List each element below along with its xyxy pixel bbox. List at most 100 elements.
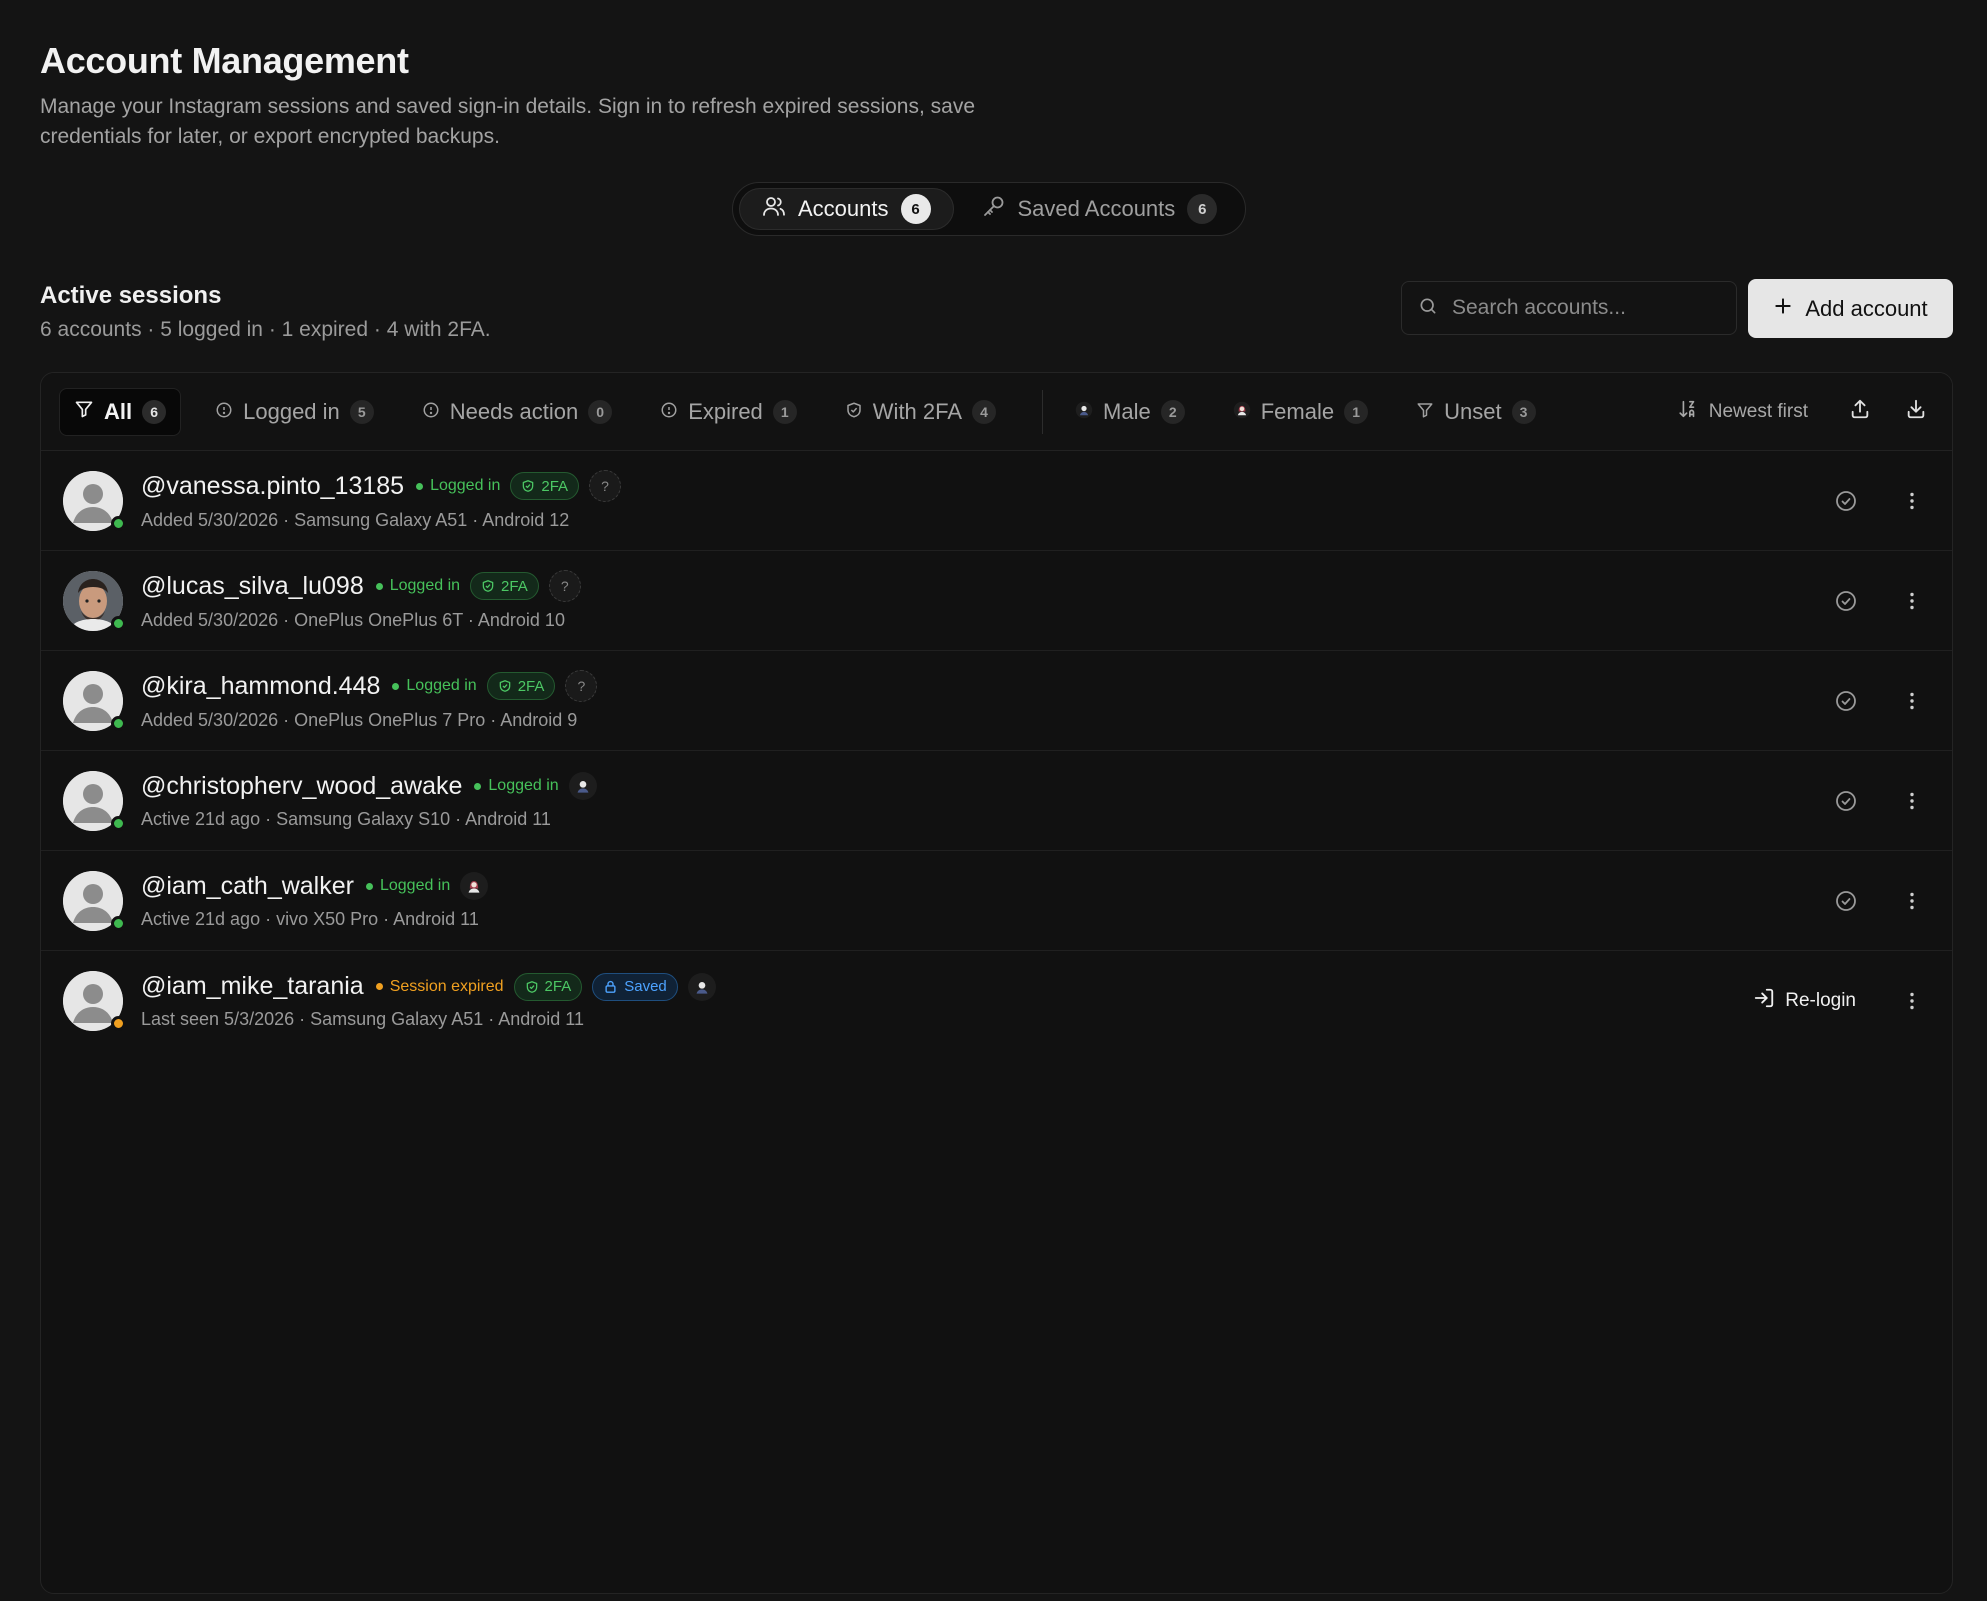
search-icon: [1418, 296, 1438, 321]
plus-icon: [1773, 296, 1793, 322]
female-avatar-icon: [1233, 399, 1251, 425]
filter-all-count: 6: [142, 399, 167, 424]
gender-unset-badge[interactable]: ?: [548, 570, 581, 602]
account-row[interactable]: @vanessa.pinto_13185 Logged in 2FA ? Add…: [41, 451, 1952, 551]
sort-dropdown[interactable]: Newest first: [1677, 398, 1808, 426]
status-badge: Session expired: [375, 978, 504, 996]
status-badge: Logged in: [474, 777, 559, 795]
filter-all[interactable]: All 6: [59, 387, 182, 436]
gender-unset-badge[interactable]: ?: [565, 670, 598, 702]
filter-female[interactable]: Female 1: [1219, 388, 1382, 436]
filter-icon: [74, 399, 94, 425]
circle-dot-icon: [215, 399, 233, 425]
avatar: [63, 670, 126, 731]
circle-dot-icon: [660, 399, 678, 425]
search-input[interactable]: [1452, 296, 1712, 320]
more-options-icon[interactable]: [1894, 483, 1930, 519]
male-avatar-icon[interactable]: [568, 772, 597, 800]
filter-needs-action-count: 0: [588, 399, 613, 424]
tab-accounts-label: Accounts: [798, 196, 889, 221]
avatar: [63, 770, 126, 831]
filter-expired[interactable]: Expired 1: [646, 388, 811, 436]
status-badge: Logged in: [365, 877, 450, 895]
account-row[interactable]: @iam_cath_walker Logged in Active 21d ag…: [41, 851, 1952, 951]
female-avatar-icon[interactable]: [460, 872, 489, 900]
check-circle-icon[interactable]: [1828, 583, 1864, 619]
avatar: [63, 971, 126, 1031]
filter-logged-in-label: Logged in: [243, 398, 340, 424]
login-icon: [1753, 987, 1775, 1015]
account-row[interactable]: @kira_hammond.448 Logged in 2FA ? Added …: [41, 651, 1952, 751]
account-meta: Added 5/30/2026 · Samsung Galaxy A51 · A…: [141, 510, 570, 530]
tab-saved-accounts[interactable]: Saved Accounts 6: [960, 188, 1240, 230]
status-badge: Logged in: [375, 577, 460, 595]
account-management-page: Account Management Manage your Instagram…: [40, 40, 1953, 1594]
circle-dot-icon: [422, 399, 440, 425]
filter-male-count: 2: [1160, 399, 1185, 424]
filter-logged-in-count: 5: [349, 399, 374, 424]
account-handle: @kira_hammond.448: [141, 671, 381, 700]
account-handle: @christopherv_wood_awake: [141, 771, 463, 800]
account-row[interactable]: @christopherv_wood_awake Logged in Activ…: [41, 751, 1952, 851]
search-box: [1401, 281, 1737, 335]
check-circle-icon[interactable]: [1828, 883, 1864, 919]
more-options-icon[interactable]: [1894, 783, 1930, 819]
filter-needs-action-label: Needs action: [449, 398, 579, 424]
relogin-button[interactable]: Re-login: [1753, 987, 1856, 1015]
accounts-panel: All 6 Logged in 5 Needs action 0 Expired…: [40, 372, 1953, 1594]
more-options-icon[interactable]: [1894, 983, 1930, 1019]
twofa-badge: 2FA: [510, 472, 580, 500]
check-circle-icon[interactable]: [1828, 483, 1864, 519]
online-indicator: [111, 815, 126, 831]
filter-needs-action[interactable]: Needs action 0: [408, 388, 626, 436]
lock-icon: [605, 980, 616, 993]
export-button[interactable]: [1842, 394, 1878, 430]
shield-icon: [482, 580, 494, 592]
filter-male[interactable]: Male 2: [1061, 388, 1199, 436]
filter-divider: [1042, 389, 1044, 434]
account-meta: Added 5/30/2026 · OnePlus OnePlus 7 Pro …: [141, 710, 578, 730]
account-meta: Active 21d ago · vivo X50 Pro · Android …: [141, 908, 479, 929]
filter-male-label: Male: [1103, 398, 1151, 424]
add-account-button[interactable]: Add account: [1748, 279, 1953, 338]
more-options-icon[interactable]: [1894, 683, 1930, 719]
upload-icon: [1849, 398, 1871, 425]
male-avatar-icon[interactable]: [687, 972, 716, 1001]
account-row[interactable]: @lucas_silva_lu098 Logged in 2FA ? Added…: [41, 551, 1952, 651]
account-row[interactable]: @iam_mike_tarania Session expired 2FA Sa…: [41, 951, 1952, 1051]
tab-saved-accounts-label: Saved Accounts: [1017, 196, 1176, 221]
avatar: [63, 870, 126, 931]
relogin-label: Re-login: [1785, 990, 1856, 1011]
twofa-badge: 2FA: [486, 672, 556, 700]
tab-accounts[interactable]: Accounts 6: [739, 188, 954, 230]
saved-badge: Saved: [592, 972, 678, 1001]
filter-with-2fa-count: 4: [972, 399, 997, 424]
check-circle-icon[interactable]: [1828, 683, 1864, 719]
section-summary: 6 accounts · 5 logged in · 1 expired · 4…: [40, 318, 491, 341]
more-options-icon[interactable]: [1894, 883, 1930, 919]
shield-icon: [499, 680, 511, 692]
section-title: Active sessions: [40, 282, 222, 309]
more-options-icon[interactable]: [1894, 583, 1930, 619]
filter-unset[interactable]: Unset 3: [1402, 388, 1549, 436]
filter-bar: All 6 Logged in 5 Needs action 0 Expired…: [41, 373, 1952, 451]
account-handle: @iam_mike_tarania: [141, 972, 364, 1000]
online-indicator: [111, 715, 126, 731]
filter-female-count: 1: [1344, 399, 1369, 424]
tab-accounts-count: 6: [900, 194, 931, 224]
import-button[interactable]: [1898, 394, 1934, 430]
shield-icon: [845, 399, 863, 425]
filter-logged-in[interactable]: Logged in 5: [201, 388, 388, 436]
shield-icon: [523, 480, 534, 492]
avatar: [63, 570, 126, 631]
male-avatar-icon: [1075, 399, 1093, 425]
filter-all-label: All: [104, 398, 133, 424]
filter-unset-label: Unset: [1444, 398, 1502, 424]
filter-female-label: Female: [1260, 398, 1335, 424]
account-meta: Last seen 5/3/2026 · Samsung Galaxy A51 …: [141, 1009, 584, 1029]
check-circle-icon[interactable]: [1828, 783, 1864, 819]
gender-unset-badge[interactable]: ?: [589, 470, 622, 502]
download-icon: [1905, 398, 1927, 425]
online-indicator: [111, 615, 126, 631]
filter-with-2fa[interactable]: With 2FA 4: [831, 388, 1010, 436]
